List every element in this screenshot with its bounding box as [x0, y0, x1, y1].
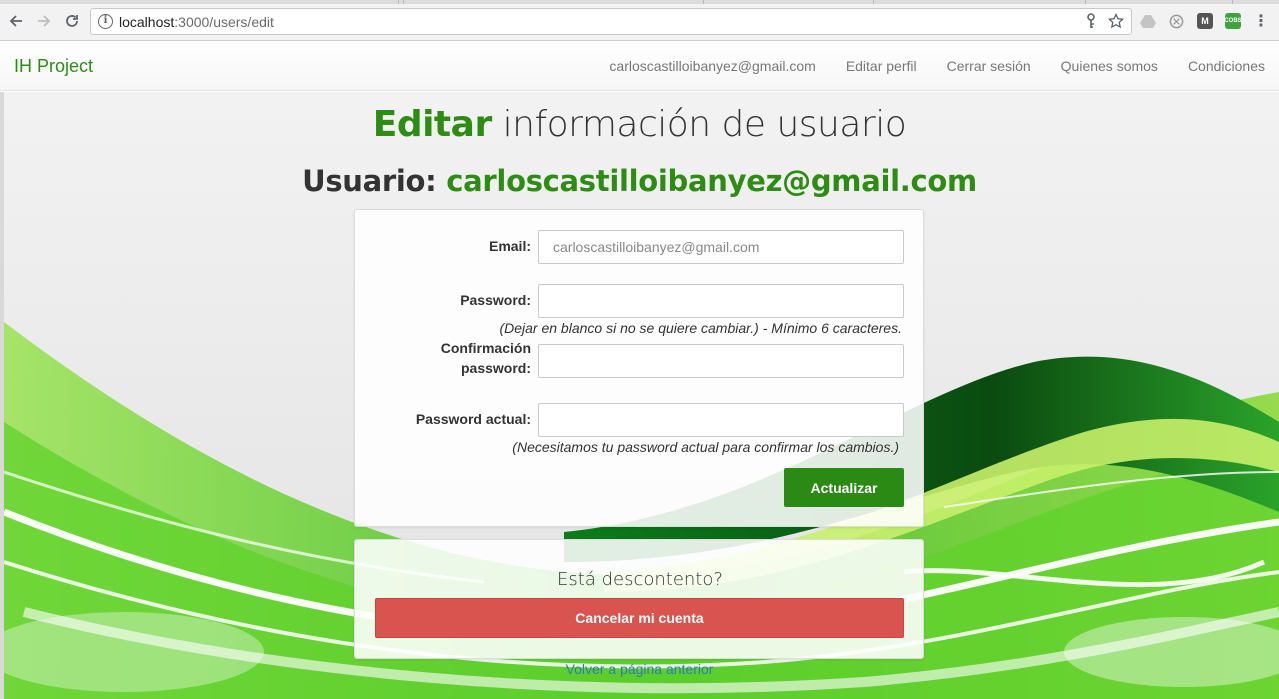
email-label: Email: [488, 238, 531, 254]
cancel-account-button[interactable]: Cancelar mi cuenta [375, 598, 904, 638]
arrow-left-icon [9, 15, 22, 27]
confirm-password-field[interactable] [538, 344, 904, 378]
brand-link[interactable]: IH Project [14, 56, 93, 77]
kebab-menu-icon[interactable]: ⋮ [1253, 13, 1269, 30]
current-password-help-text: (Necesitamos tu password actual para con… [512, 439, 899, 455]
cancel-question: Está descontento? [557, 569, 723, 590]
page-title: Editar información de usuario [0, 104, 1279, 145]
extension-circle-icon[interactable] [1168, 13, 1184, 29]
current-password-label: Password actual: [415, 411, 531, 427]
app-navbar: IH Project carloscastilloibanyez@gmail.c… [0, 41, 1279, 91]
address-bar[interactable]: i localhost:3000/users/edit [90, 8, 1132, 35]
drive-extension-icon[interactable] [1140, 13, 1156, 29]
arrow-right-icon [38, 15, 51, 27]
nav-about-us[interactable]: Quienes somos [1061, 58, 1158, 74]
back-link[interactable]: Volver a página anterior [0, 661, 1279, 677]
nav-edit-profile[interactable]: Editar perfil [846, 58, 917, 74]
m-extension-icon[interactable]: M [1197, 13, 1213, 29]
email-field[interactable] [538, 230, 904, 264]
key-icon[interactable] [1085, 13, 1097, 33]
tab-strip [0, 0, 1279, 4]
url-path: :3000/users/edit [174, 14, 274, 30]
user-subtitle-email: carloscastilloibanyez@gmail.com [446, 164, 977, 198]
nav-links: carloscastilloibanyez@gmail.com Editar p… [609, 58, 1265, 74]
back-button[interactable] [6, 11, 26, 31]
user-subtitle: Usuario: carloscastilloibanyez@gmail.com [0, 164, 1279, 198]
cancel-account-panel: Está descontento? Cancelar mi cuenta [354, 539, 924, 659]
reload-icon [66, 15, 78, 27]
user-subtitle-prefix: Usuario: [302, 164, 447, 198]
nav-terms[interactable]: Condiciones [1188, 58, 1265, 74]
confirm-password-label-line2: password: [460, 360, 531, 376]
update-button[interactable]: Actualizar [784, 468, 904, 507]
nav-user-email[interactable]: carloscastilloibanyez@gmail.com [609, 58, 815, 74]
page-title-accent: Editar [372, 104, 492, 145]
url-text: localhost:3000/users/edit [119, 14, 274, 30]
confirm-password-label: Confirmación password: [441, 338, 531, 378]
info-icon[interactable]: i [98, 14, 113, 29]
url-host: localhost [119, 14, 175, 30]
reload-button[interactable] [62, 11, 82, 31]
browser-toolbar: i localhost:3000/users/edit M COBS ⋮ [0, 0, 1279, 41]
password-label: Password: [460, 292, 531, 308]
nav-logout[interactable]: Cerrar sesión [947, 58, 1031, 74]
star-icon[interactable] [1107, 12, 1125, 33]
cobs-extension-icon[interactable]: COBS [1224, 13, 1242, 29]
password-field[interactable] [538, 284, 904, 318]
page-title-rest: información de usuario [491, 104, 907, 145]
current-password-field[interactable] [538, 403, 904, 437]
edit-form-panel: Email: Password: (Dejar en blanco si no … [354, 209, 924, 527]
password-help-text: (Dejar en blanco si no se quiere cambiar… [499, 320, 902, 336]
forward-button[interactable] [34, 11, 54, 31]
confirm-password-label-line1: Confirmación [440, 340, 531, 356]
